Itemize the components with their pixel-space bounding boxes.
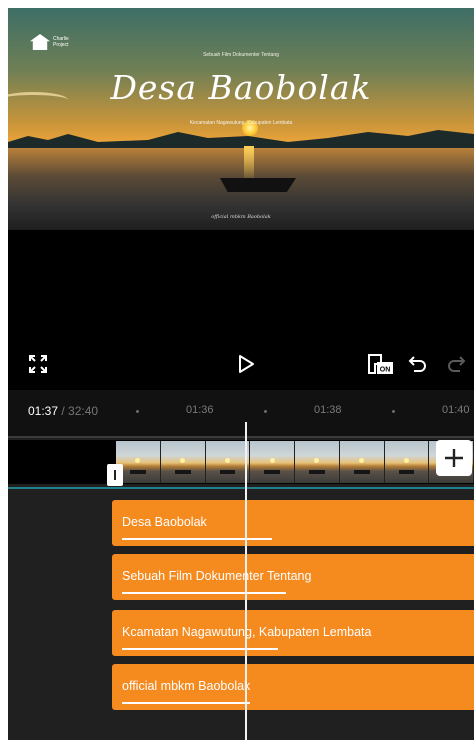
preview-subtitle-bottom: Kecamatan Nagawutung, Kabupaten Lembata: [189, 120, 293, 126]
time-ruler[interactable]: 01:37 / 32:40 01:36 01:38 01:40: [8, 390, 474, 436]
fullscreen-icon: [29, 355, 47, 373]
text-clip-label: Desa Baobolak: [122, 515, 207, 529]
undo-button[interactable]: [406, 352, 430, 376]
play-button[interactable]: [234, 352, 258, 376]
playhead[interactable]: [245, 422, 247, 740]
text-clip[interactable]: Sebuah Film Dokumenter Tentang: [112, 554, 474, 600]
timeline-tracks: Desa Baobolak Sebuah Film Dokumenter Ten…: [8, 436, 474, 740]
ruler-tick: 01:38: [314, 404, 342, 416]
video-clip[interactable]: [116, 441, 474, 483]
clip-trim-handle[interactable]: [107, 464, 123, 486]
boat: [220, 178, 296, 192]
text-clip-underline: [122, 592, 286, 594]
play-icon: [239, 355, 254, 373]
plus-icon: [445, 449, 463, 467]
compare-icon: ON: [368, 354, 393, 374]
thumbnail-frame: [339, 441, 385, 483]
text-clip-underline: [122, 648, 278, 650]
text-clip[interactable]: Kcamatan Nagawutung, Kabupaten Lembata: [112, 610, 474, 656]
total-time: / 32:40: [58, 404, 99, 418]
preview-signature: official mbkm Baobolak: [211, 214, 271, 220]
brand-label: Charlie Project: [53, 36, 69, 48]
thumbnail-frame: [295, 441, 340, 483]
fullscreen-button[interactable]: [26, 352, 50, 376]
text-clip-underline: [122, 538, 272, 540]
time-display: 01:37 / 32:40: [28, 404, 98, 418]
house-icon: [30, 34, 50, 50]
playback-controls: ON: [8, 346, 474, 382]
preview-subtitle-top: Sebuah Film Dokumenter Tentang: [203, 52, 279, 58]
ruler-tick: 01:36: [186, 404, 214, 416]
thumbnail-frame: [205, 441, 251, 483]
handle-grip: [114, 470, 116, 480]
preview-title: Desa Baobolak: [110, 68, 372, 107]
video-track: [8, 440, 474, 486]
add-clip-button[interactable]: [436, 440, 472, 476]
text-clip[interactable]: official mbkm Baobolak: [112, 664, 474, 710]
thumbnail-frame: [160, 441, 206, 483]
video-editor: Charlie Project Sebuah Film Dokumenter T…: [8, 8, 474, 740]
undo-icon: [408, 356, 426, 372]
text-clip-label: official mbkm Baobolak: [122, 679, 251, 693]
ruler-dot: [136, 410, 139, 413]
redo-button[interactable]: [444, 352, 468, 376]
brand-logo: Charlie Project: [30, 34, 75, 50]
thumbnail-frame: [250, 441, 295, 483]
text-clip[interactable]: Desa Baobolak: [112, 500, 474, 546]
ruler-dot: [264, 410, 267, 413]
ruler-dot: [392, 410, 395, 413]
current-time: 01:37: [28, 404, 59, 418]
thumbnail-frame: [384, 441, 430, 483]
compare-toggle-button[interactable]: ON: [366, 352, 396, 376]
video-preview[interactable]: Charlie Project Sebuah Film Dokumenter T…: [8, 8, 474, 230]
track-accent-line: [8, 487, 474, 489]
text-clip-underline: [122, 702, 250, 704]
track-divider: [8, 436, 474, 438]
sun-reflection: [244, 146, 254, 182]
text-clip-label: Sebuah Film Dokumenter Tentang: [122, 569, 312, 583]
compare-on-label: ON: [380, 367, 391, 374]
mountain-silhouette: [8, 130, 474, 150]
redo-icon: [448, 356, 466, 372]
ruler-tick: 01:40: [442, 404, 470, 416]
